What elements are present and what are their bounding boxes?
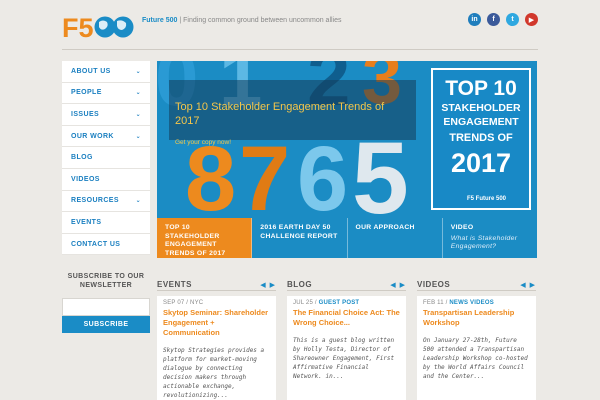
post-excerpt: On January 27-28th, Future 500 attended …: [423, 337, 528, 380]
nav-item-blog[interactable]: BLOG: [62, 147, 150, 169]
column-heading: EVENTS: [157, 280, 193, 289]
nav-item-videos[interactable]: VIDEOS: [62, 169, 150, 191]
nav-item-contact-us[interactable]: CONTACT US: [62, 234, 150, 256]
nav-label: PEOPLE: [71, 89, 102, 97]
brand-name: Future 500: [142, 17, 178, 24]
hero-number: 5: [352, 121, 409, 218]
column-heading: VIDEOS: [417, 280, 451, 289]
tab-label: OUR APPROACH: [355, 224, 415, 231]
post-meta: FEB 11 / NEWS VIDEOS: [423, 300, 530, 306]
nav-label: EVENTS: [71, 218, 102, 226]
post-meta: JUL 25 / GUEST POST: [293, 300, 400, 306]
nav-label: VIDEOS: [71, 175, 100, 183]
post-excerpt: This is a guest blog written by Holly Te…: [293, 337, 395, 380]
hero-banner[interactable]: 0 1 2 3 8 7 6 5 Top 10 Stakeholder Engag…: [157, 61, 537, 218]
nav-label: ISSUES: [71, 110, 100, 118]
tab-label: TOP 10 STAKEHOLDER ENGAGEMENT TRENDS OF …: [165, 224, 226, 257]
nav-item-resources[interactable]: RESOURCES ⌄: [62, 191, 150, 213]
twitter-icon[interactable]: t: [506, 13, 519, 26]
tab-our-approach[interactable]: OUR APPROACH: [348, 218, 443, 258]
tab-top10-trends[interactable]: TOP 10 STAKEHOLDER ENGAGEMENT TRENDS OF …: [157, 218, 253, 258]
hero-number: 7: [239, 128, 291, 218]
nav-label: ABOUT US: [71, 67, 111, 75]
hero-cta-link[interactable]: Get your copy now!: [175, 139, 231, 146]
tab-earth-day-report[interactable]: 2016 EARTH DAY 50 CHALLENGE REPORT: [252, 218, 348, 258]
card-line-3: ENGAGEMENT: [443, 116, 519, 128]
card-line-4: TRENDS OF: [449, 132, 513, 144]
tab-label: VIDEO: [450, 224, 474, 231]
newsletter-email-input[interactable]: [62, 298, 150, 316]
post-meta: SEP 07 / NYC: [163, 300, 270, 306]
carousel-arrows-icon[interactable]: ◀ ▶: [260, 281, 276, 289]
chevron-down-icon: ⌄: [135, 198, 141, 205]
chevron-down-icon: ⌄: [135, 111, 141, 118]
post-title[interactable]: Skytop Seminar: Shareholder Engagement +…: [163, 308, 270, 338]
post-tag[interactable]: GUEST POST: [319, 300, 360, 306]
post-date: JUL 25 /: [293, 300, 317, 306]
nav-item-our-work[interactable]: OUR WORK ⌄: [62, 126, 150, 148]
report-cover-card[interactable]: TOP 10 STAKEHOLDER ENGAGEMENT TRENDS OF …: [431, 68, 531, 210]
events-column: EVENTS ◀ ▶ SEP 07 / NYC Skytop Seminar: …: [157, 279, 276, 400]
post-tag[interactable]: NEWS VIDEOS: [449, 300, 494, 306]
tab-sublabel: What is Stakeholder Engagement?: [450, 234, 518, 251]
nav-item-events[interactable]: EVENTS: [62, 212, 150, 234]
carousel-arrows-icon[interactable]: ◀ ▶: [520, 281, 536, 289]
nav-label: RESOURCES: [71, 197, 119, 205]
youtube-icon[interactable]: ▶: [525, 13, 538, 26]
hero-headline[interactable]: Top 10 Stakeholder Engagement Trends of …: [175, 100, 405, 128]
nav-label: BLOG: [71, 154, 93, 162]
blog-column: BLOG ◀ ▶ JUL 25 / GUEST POST The Financi…: [287, 279, 406, 400]
brand-tagline: Future 500 | Finding common ground betwe…: [142, 16, 372, 25]
card-line-2: STAKEHOLDER: [441, 102, 521, 114]
videos-header: VIDEOS ◀ ▶: [417, 279, 536, 291]
nav-item-issues[interactable]: ISSUES ⌄: [62, 104, 150, 126]
header-divider: [62, 49, 538, 50]
hero-number: 6: [297, 128, 349, 218]
tagline: Finding common ground between uncommon a…: [183, 17, 342, 24]
post-excerpt: Skytop Strategies provides a platform fo…: [163, 347, 265, 399]
nav-item-about-us[interactable]: ABOUT US ⌄: [62, 61, 150, 83]
column-heading: BLOG: [287, 280, 313, 289]
brand-separator: |: [179, 17, 182, 24]
nav-item-people[interactable]: PEOPLE ⌄: [62, 83, 150, 105]
post-date: SEP 07 / NYC: [163, 300, 204, 306]
chevron-down-icon: ⌄: [135, 133, 141, 140]
social-links: in f t ▶: [468, 13, 538, 26]
sidebar-nav: ABOUT US ⌄ PEOPLE ⌄ ISSUES ⌄ OUR WORK ⌄ BLOG…: [62, 61, 150, 256]
post-title[interactable]: The Financial Choice Act: The Wrong Choi…: [293, 308, 400, 328]
nav-label: OUR WORK: [71, 132, 114, 140]
card-logo: F5 Future 500: [467, 196, 507, 202]
post-date: FEB 11 /: [423, 300, 448, 306]
chevron-down-icon: ⌄: [135, 90, 141, 97]
blog-card[interactable]: JUL 25 / GUEST POST The Financial Choice…: [287, 296, 406, 400]
card-line-5: 2017: [450, 148, 512, 178]
subscribe-button[interactable]: SUBSCRIBE: [62, 316, 150, 333]
events-card[interactable]: SEP 07 / NYC Skytop Seminar: Shareholder…: [157, 296, 276, 400]
newsletter-signup: SUBSCRIBE TO OUR NEWSLETTER SUBSCRIBE: [62, 272, 150, 333]
nav-label: CONTACT US: [71, 240, 121, 248]
videos-card[interactable]: FEB 11 / NEWS VIDEOS Transpartisan Leade…: [417, 296, 536, 400]
tab-label: 2016 EARTH DAY 50 CHALLENGE REPORT: [260, 224, 338, 240]
card-line-1: TOP 10: [445, 77, 517, 100]
events-header: EVENTS ◀ ▶: [157, 279, 276, 291]
linkedin-icon[interactable]: in: [468, 13, 481, 26]
carousel-arrows-icon[interactable]: ◀ ▶: [390, 281, 406, 289]
chevron-down-icon: ⌄: [135, 68, 141, 75]
videos-column: VIDEOS ◀ ▶ FEB 11 / NEWS VIDEOS Transpar…: [417, 279, 536, 400]
facebook-icon[interactable]: f: [487, 13, 500, 26]
post-title[interactable]: Transpartisan Leadership Workshop: [423, 308, 530, 328]
blog-header: BLOG ◀ ▶: [287, 279, 406, 291]
future500-logo[interactable]: F5: [62, 12, 136, 43]
tab-video[interactable]: VIDEO What is Stakeholder Engagement?: [443, 218, 537, 258]
hero-tabs: TOP 10 STAKEHOLDER ENGAGEMENT TRENDS OF …: [157, 218, 537, 258]
newsletter-title: SUBSCRIBE TO OUR NEWSLETTER: [67, 273, 145, 289]
svg-text:F5: F5: [62, 13, 94, 42]
